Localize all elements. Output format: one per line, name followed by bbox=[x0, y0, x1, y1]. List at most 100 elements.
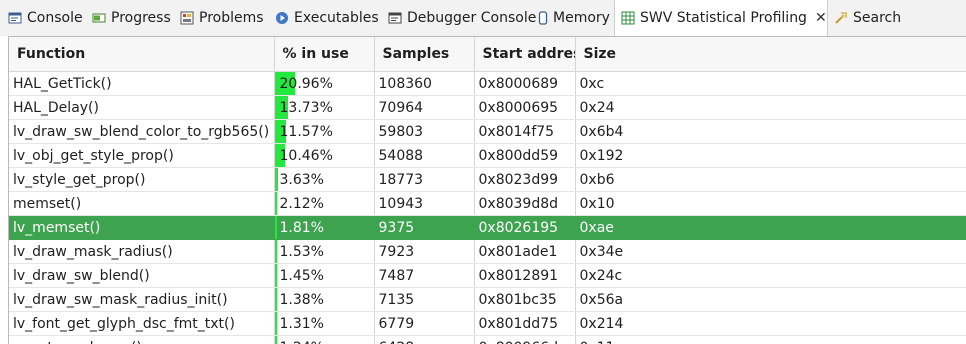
usage-bar bbox=[274, 240, 277, 263]
size-cell: 0xc bbox=[575, 71, 966, 96]
usage-bar bbox=[274, 312, 277, 335]
start-address-cell: 0x8000689 bbox=[474, 71, 576, 96]
function-cell: event_send_core() bbox=[9, 335, 275, 344]
tab-swv-statistical-profiling[interactable]: SWV Statistical Profiling ✕ bbox=[614, 0, 828, 36]
progress-icon bbox=[92, 11, 106, 25]
percent-value: 1.24% bbox=[280, 340, 324, 344]
percent-cell: 1.38% bbox=[274, 287, 375, 312]
table-row[interactable]: lv_draw_sw_blend() 1.45% 7487 0x8012891 0x24… bbox=[9, 263, 966, 288]
percent-cell: 10.46% bbox=[274, 143, 375, 168]
table-row[interactable]: event_send_core() 1.24% 64280x800966d0x11c bbox=[9, 335, 966, 344]
tab-label: Executables bbox=[294, 10, 379, 26]
table-row[interactable]: lv_draw_sw_mask_radius_init() 1.38% 7135 0x… bbox=[9, 287, 966, 312]
table-row[interactable]: lv_style_get_prop() 3.63% 18773 0x8023d99 0x… bbox=[9, 167, 966, 192]
tab-label: SWV Statistical Profiling bbox=[640, 10, 807, 26]
samples-cell: 59803 bbox=[374, 119, 475, 144]
tab-label: Debugger Console bbox=[407, 10, 537, 26]
memory-icon bbox=[538, 11, 548, 25]
size-cell: 0x214 bbox=[575, 311, 966, 336]
percent-cell: 13.73% bbox=[274, 95, 375, 120]
samples-cell: 7923 bbox=[374, 239, 475, 264]
size-cell: 0x34e bbox=[575, 239, 966, 264]
start-address-cell: 0x8023d99 bbox=[474, 167, 576, 192]
size-cell: 0x11c bbox=[575, 335, 966, 344]
column-header-function[interactable]: Function bbox=[9, 37, 275, 72]
table-row[interactable]: HAL_GetTick() 20.96% 108360 0x8000689 0xc bbox=[9, 71, 966, 96]
tab-console[interactable]: Console bbox=[8, 0, 83, 36]
swv-table-icon bbox=[621, 11, 635, 25]
table-row[interactable]: lv_obj_get_style_prop() 10.46% 54088 0x800d… bbox=[9, 143, 966, 168]
column-header-size[interactable]: Size bbox=[575, 37, 966, 72]
function-cell: HAL_Delay() bbox=[9, 95, 275, 120]
tab-memory[interactable]: Memory bbox=[538, 0, 610, 36]
tab-label: Search bbox=[853, 10, 902, 26]
size-cell: 0xb6 bbox=[575, 167, 966, 192]
percent-value: 2.12% bbox=[279, 195, 324, 212]
tab-progress[interactable]: Progress bbox=[92, 0, 171, 36]
samples-cell: 10943 bbox=[374, 191, 475, 216]
table-row[interactable]: lv_draw_mask_radius() 1.53% 7923 0x801ade1 0… bbox=[9, 239, 966, 264]
console-icon bbox=[8, 11, 22, 25]
table-row[interactable]: lv_memset() 1.81% 9375 0x8026195 0xae bbox=[9, 215, 966, 240]
function-cell: lv_obj_get_style_prop() bbox=[9, 143, 275, 168]
start-address-cell: 0x8026195 bbox=[474, 215, 576, 240]
view-tab-bar: Console Progress Problems Executables De… bbox=[0, 0, 966, 36]
table-row[interactable]: memset() 2.12% 10943 0x8039d8d 0x10 bbox=[9, 191, 966, 216]
samples-cell: 70964 bbox=[374, 95, 475, 120]
usage-bar bbox=[274, 216, 277, 239]
start-address-cell: 0x8000695 bbox=[474, 95, 576, 120]
tab-search[interactable]: Search bbox=[834, 0, 901, 36]
percent-value: 1.31% bbox=[279, 315, 324, 332]
tab-label: Progress bbox=[111, 10, 171, 26]
percent-value: 1.45% bbox=[279, 267, 324, 284]
percent-cell: 2.12% bbox=[274, 191, 375, 216]
percent-value: 1.53% bbox=[279, 243, 324, 260]
tab-label: Problems bbox=[199, 10, 264, 26]
usage-bar bbox=[274, 192, 277, 215]
percent-value: 1.38% bbox=[279, 291, 324, 308]
table-row[interactable]: lv_font_get_glyph_dsc_fmt_txt() 1.31% 6779… bbox=[9, 311, 966, 336]
percent-cell: 1.53% bbox=[274, 239, 375, 264]
samples-cell: 108360 bbox=[374, 71, 475, 96]
debugger-console-icon bbox=[388, 11, 402, 25]
size-cell: 0xae bbox=[575, 215, 966, 240]
swv-statistical-profiling-view: Function % in use Samples Start address … bbox=[8, 36, 966, 344]
start-address-cell: 0x8014f75 bbox=[474, 119, 576, 144]
tab-label: Console bbox=[27, 10, 83, 26]
tab-problems[interactable]: Problems bbox=[180, 0, 264, 36]
tab-debugger-console[interactable]: Debugger Console bbox=[388, 0, 536, 36]
start-address-cell: 0x801ade1 bbox=[474, 239, 576, 264]
percent-cell: 1.31% bbox=[274, 311, 375, 336]
function-cell: HAL_GetTick() bbox=[9, 71, 275, 96]
size-cell: 0x56a bbox=[575, 287, 966, 312]
table-row[interactable]: HAL_Delay() 13.73% 70964 0x8000695 0x24 bbox=[9, 95, 966, 120]
percent-cell: 20.96% bbox=[274, 71, 375, 96]
table-header-row: Function % in use Samples Start address … bbox=[9, 37, 966, 72]
function-cell: lv_draw_sw_blend_color_to_rgb565() bbox=[9, 119, 275, 144]
search-icon bbox=[834, 11, 848, 25]
size-cell: 0x192 bbox=[575, 143, 966, 168]
tab-executables[interactable]: Executables bbox=[275, 0, 379, 36]
close-icon[interactable]: ✕ bbox=[815, 10, 827, 26]
function-cell: memset() bbox=[9, 191, 275, 216]
percent-cell: 1.24% bbox=[274, 335, 375, 344]
function-cell: lv_draw_sw_blend() bbox=[9, 263, 275, 288]
table-row[interactable]: lv_draw_sw_blend_color_to_rgb565() 11.57%… bbox=[9, 119, 966, 144]
percent-value: 1.81% bbox=[279, 219, 324, 236]
percent-cell: 1.45% bbox=[274, 263, 375, 288]
percent-cell: 3.63% bbox=[274, 167, 375, 192]
percent-cell: 11.57% bbox=[274, 119, 375, 144]
start-address-cell: 0x8039d8d bbox=[474, 191, 576, 216]
samples-cell: 7487 bbox=[374, 263, 475, 288]
function-cell: lv_font_get_glyph_dsc_fmt_txt() bbox=[9, 311, 275, 336]
column-header-start-address[interactable]: Start address bbox=[474, 37, 576, 72]
start-address-cell: 0x800966d bbox=[474, 335, 576, 344]
column-header-samples[interactable]: Samples bbox=[374, 37, 475, 72]
column-header-percent-in-use[interactable]: % in use bbox=[274, 37, 375, 72]
percent-value: 3.63% bbox=[279, 171, 324, 188]
size-cell: 0x24c bbox=[575, 263, 966, 288]
function-cell: lv_memset() bbox=[9, 215, 275, 240]
function-cell: lv_draw_mask_radius() bbox=[9, 239, 275, 264]
samples-cell: 18773 bbox=[374, 167, 475, 192]
start-address-cell: 0x8012891 bbox=[474, 263, 576, 288]
